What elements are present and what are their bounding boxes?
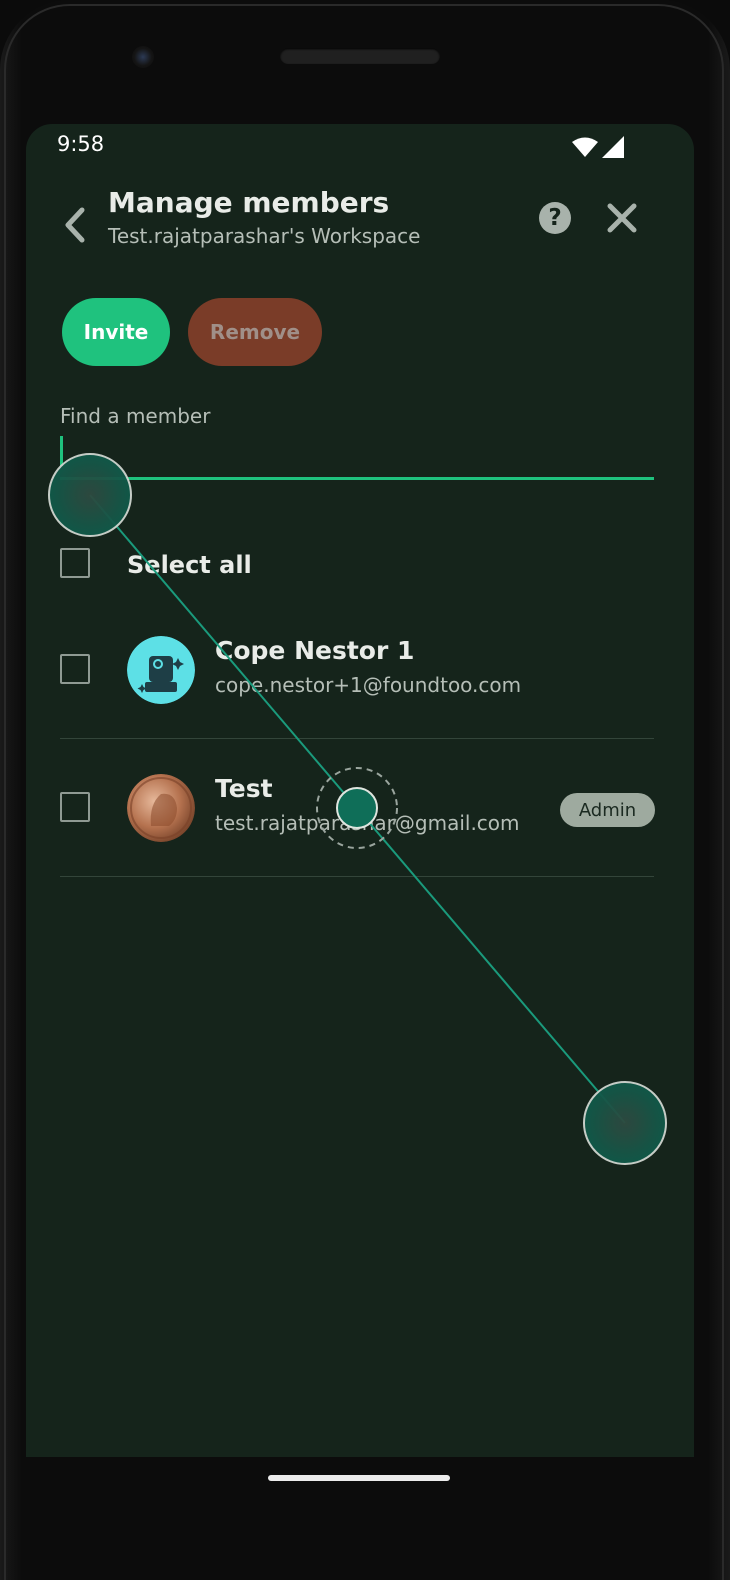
find-member-input[interactable] (60, 434, 658, 478)
header: Manage members Test.rajatparashar's Work… (26, 180, 694, 260)
avatar (127, 774, 195, 842)
row-divider (60, 876, 654, 877)
member-email: cope.nestor+1@foundtoo.com (215, 673, 522, 697)
workspace-subtitle: Test.rajatparashar's Workspace (108, 224, 421, 248)
close-icon[interactable] (604, 200, 640, 236)
home-indicator[interactable] (268, 1475, 450, 1481)
phone-frame: 9:58 Manage members Test.rajatparashar's… (0, 0, 730, 1580)
list-item[interactable]: Cope Nestor 1 cope.nestor+1@foundtoo.com (26, 601, 694, 739)
select-all-checkbox[interactable] (60, 548, 90, 578)
status-icons (572, 136, 624, 158)
member-name: Test (215, 774, 273, 803)
member-checkbox[interactable] (60, 792, 90, 822)
wifi-icon (572, 137, 598, 157)
avatar (127, 636, 195, 704)
remove-button[interactable]: Remove (188, 298, 322, 366)
member-email: test.rajatparashar@gmail.com (215, 811, 520, 835)
coin-avatar-icon (127, 774, 195, 842)
page-title: Manage members (108, 186, 390, 219)
help-circle-icon[interactable]: ? (539, 202, 571, 234)
front-camera (132, 46, 154, 68)
signal-icon (602, 136, 624, 158)
status-time: 9:58 (57, 132, 105, 156)
member-checkbox[interactable] (60, 654, 90, 684)
app-screen: 9:58 Manage members Test.rajatparashar's… (26, 124, 694, 1457)
chevron-left-icon[interactable] (60, 206, 90, 244)
member-name: Cope Nestor 1 (215, 636, 415, 665)
robot-avatar-icon (127, 636, 195, 704)
find-member-label: Find a member (60, 404, 211, 428)
earpiece-speaker (280, 48, 440, 64)
list-item[interactable]: Test test.rajatparashar@gmail.com Admin (26, 739, 694, 877)
admin-role-badge: Admin (560, 793, 655, 827)
select-all-label[interactable]: Select all (127, 551, 252, 579)
invite-button[interactable]: Invite (62, 298, 170, 366)
find-member-underline (60, 477, 654, 480)
